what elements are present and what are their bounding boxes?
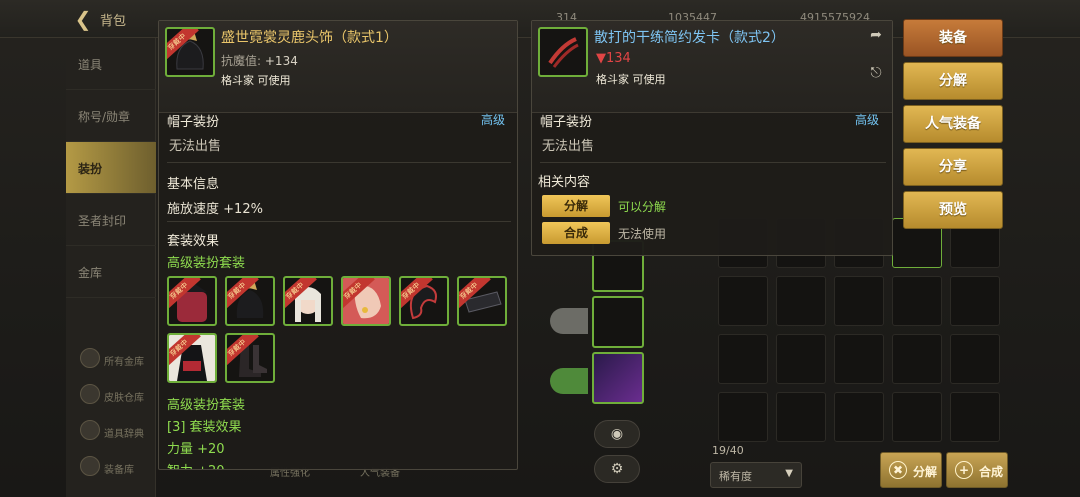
class-requirement: 格斗家 可使用 [221, 74, 291, 87]
inventory-slot[interactable] [950, 276, 1000, 326]
sidebar-item-titles[interactable]: 称号/勋章 [66, 90, 156, 142]
inventory-slot[interactable] [950, 392, 1000, 442]
inventory-slot[interactable] [834, 392, 884, 442]
synthesize-availability: 无法使用 [618, 227, 667, 241]
sub-item-equip-library[interactable]: 装备库 [104, 461, 134, 476]
basic-info-title: 基本信息 [167, 177, 220, 192]
inventory-slot[interactable] [834, 276, 884, 326]
chevron-down-icon: ▼ [785, 468, 793, 479]
set-name-2: 高级装扮套装 [167, 398, 246, 413]
set-effect-title: 套装效果 [167, 234, 220, 249]
slot-type: 帽子装扮 [540, 115, 593, 130]
inventory-slot[interactable] [892, 392, 942, 442]
inventory-count: 19/40 [712, 444, 744, 457]
set-item-icon[interactable]: 穿戴中 [457, 276, 507, 326]
set-item-icon[interactable]: 穿戴中 [225, 276, 275, 326]
item-name: 盛世霓裳灵鹿头饰（款式1） [221, 30, 398, 46]
skin-icon[interactable] [80, 384, 100, 404]
tooltip-decompose-button[interactable]: 分解 [542, 195, 610, 217]
synthesize-icon: + [955, 461, 973, 479]
inventory-slot[interactable] [950, 334, 1000, 384]
set-item-icon[interactable]: 穿戴中 [283, 276, 333, 326]
divider [540, 162, 886, 163]
set-effect-count: [3] 套装效果 [167, 420, 242, 435]
trade-status: 无法出售 [169, 139, 222, 154]
item-tooltip-panel-right: 散打的干练简约发卡（款式2） ▼134 格斗家 可使用 ➦ ⎋ 帽子装扮 高级 … [531, 20, 893, 256]
sidebar-item-avatar[interactable]: 装扮 [66, 142, 156, 194]
class-requirement: 格斗家 可使用 [596, 73, 666, 86]
equipped-slot[interactable] [592, 296, 644, 348]
tooltip-synthesize-button[interactable]: 合成 [542, 222, 610, 244]
item-name: 散打的干练简约发卡（款式2） [594, 30, 785, 46]
set-item-icon[interactable]: 穿戴中 [167, 276, 217, 326]
bulk-decompose-label: 分解 [913, 465, 938, 479]
set-effect-intelligence: 智力 +20 [167, 460, 225, 469]
equip-button[interactable]: 装备 [903, 19, 1003, 57]
item-tooltip-panel-left: 穿戴中 盛世霓裳灵鹿头饰（款式1） 抗魔值: +134 格斗家 可使用 帽子装扮… [158, 20, 518, 470]
inventory-slot[interactable] [718, 276, 768, 326]
basic-info-line: 施放速度 +12% [167, 198, 263, 217]
item-icon-hairpin [538, 27, 588, 77]
bulk-synthesize-button[interactable]: + 合成 [946, 452, 1008, 488]
bulk-decompose-button[interactable]: ✖ 分解 [880, 452, 942, 488]
equipment-library-icon[interactable] [80, 456, 100, 476]
sort-label: 稀有度 [719, 470, 752, 483]
decompose-icon: ✖ [889, 461, 907, 479]
set-item-icon[interactable]: 穿戴中 [399, 276, 449, 326]
bulk-synthesize-label: 合成 [979, 465, 1004, 479]
lock-icon[interactable]: ⎋ [866, 65, 886, 83]
sub-item-dictionary[interactable]: 道具辞典 [104, 425, 144, 440]
inventory-slot[interactable] [776, 334, 826, 384]
trade-status: 无法出售 [542, 139, 595, 154]
set-name: 高级装扮套装 [167, 256, 246, 271]
decompose-availability: 可以分解 [618, 200, 667, 214]
slot-type: 帽子装扮 [167, 115, 220, 130]
sub-item-all-vault[interactable]: 所有金库 [104, 353, 144, 368]
related-content-title: 相关内容 [538, 175, 591, 190]
set-effect-strength: 力量 +20 [167, 442, 225, 457]
basic-info-value: +12% [223, 202, 263, 217]
grade-label: 高级 [855, 113, 880, 127]
stat-label: 抗魔值: [221, 54, 262, 68]
basic-info-label: 施放速度 [167, 202, 220, 217]
sidebar-item-items[interactable]: 道具 [66, 38, 156, 90]
stat-value: +134 [264, 54, 298, 68]
set-item-icon[interactable]: 穿戴中 [341, 276, 391, 326]
share-icon[interactable]: ➦ [866, 27, 886, 45]
sort-dropdown[interactable]: 稀有度 ▼ [710, 462, 802, 488]
dictionary-icon[interactable] [80, 420, 100, 440]
inventory-slot[interactable] [718, 392, 768, 442]
item-icon-headdress: 穿戴中 [165, 27, 215, 77]
decompose-button[interactable]: 分解 [903, 62, 1003, 100]
page-title: 背包 [100, 14, 127, 29]
inventory-slot[interactable] [892, 276, 942, 326]
inventory-slot[interactable] [776, 392, 826, 442]
divider [167, 221, 511, 222]
item-stat: 抗魔值: +134 [221, 52, 298, 69]
inventory-slot[interactable] [834, 334, 884, 384]
sub-item-skin[interactable]: 皮肤仓库 [104, 389, 144, 404]
equipped-slot[interactable] [592, 352, 644, 404]
toggle-pill[interactable] [550, 308, 588, 334]
share-button[interactable]: 分享 [903, 148, 1003, 186]
set-item-icon[interactable]: 穿戴中 [225, 333, 275, 383]
grade-label: 高级 [481, 113, 506, 127]
toggle-pill[interactable] [550, 368, 588, 394]
divider [167, 162, 511, 163]
camera-icon[interactable]: ◉ [594, 420, 640, 448]
inventory-slot[interactable] [776, 276, 826, 326]
back-arrow-icon[interactable]: ❮ [72, 8, 94, 30]
gear-icon[interactable]: ⚙ [594, 455, 640, 483]
popular-equipment-button[interactable]: 人气装备 [903, 105, 1003, 143]
stat-decrease: ▼134 [596, 51, 631, 66]
sidebar-item-vault[interactable]: 金库 [66, 246, 156, 298]
sidebar-item-seal[interactable]: 圣者封印 [66, 194, 156, 246]
vault-icon[interactable] [80, 348, 100, 368]
preview-button[interactable]: 预览 [903, 191, 1003, 229]
inventory-slot[interactable] [718, 334, 768, 384]
inventory-slot[interactable] [892, 334, 942, 384]
set-item-icon[interactable]: 穿戴中 [167, 333, 217, 383]
